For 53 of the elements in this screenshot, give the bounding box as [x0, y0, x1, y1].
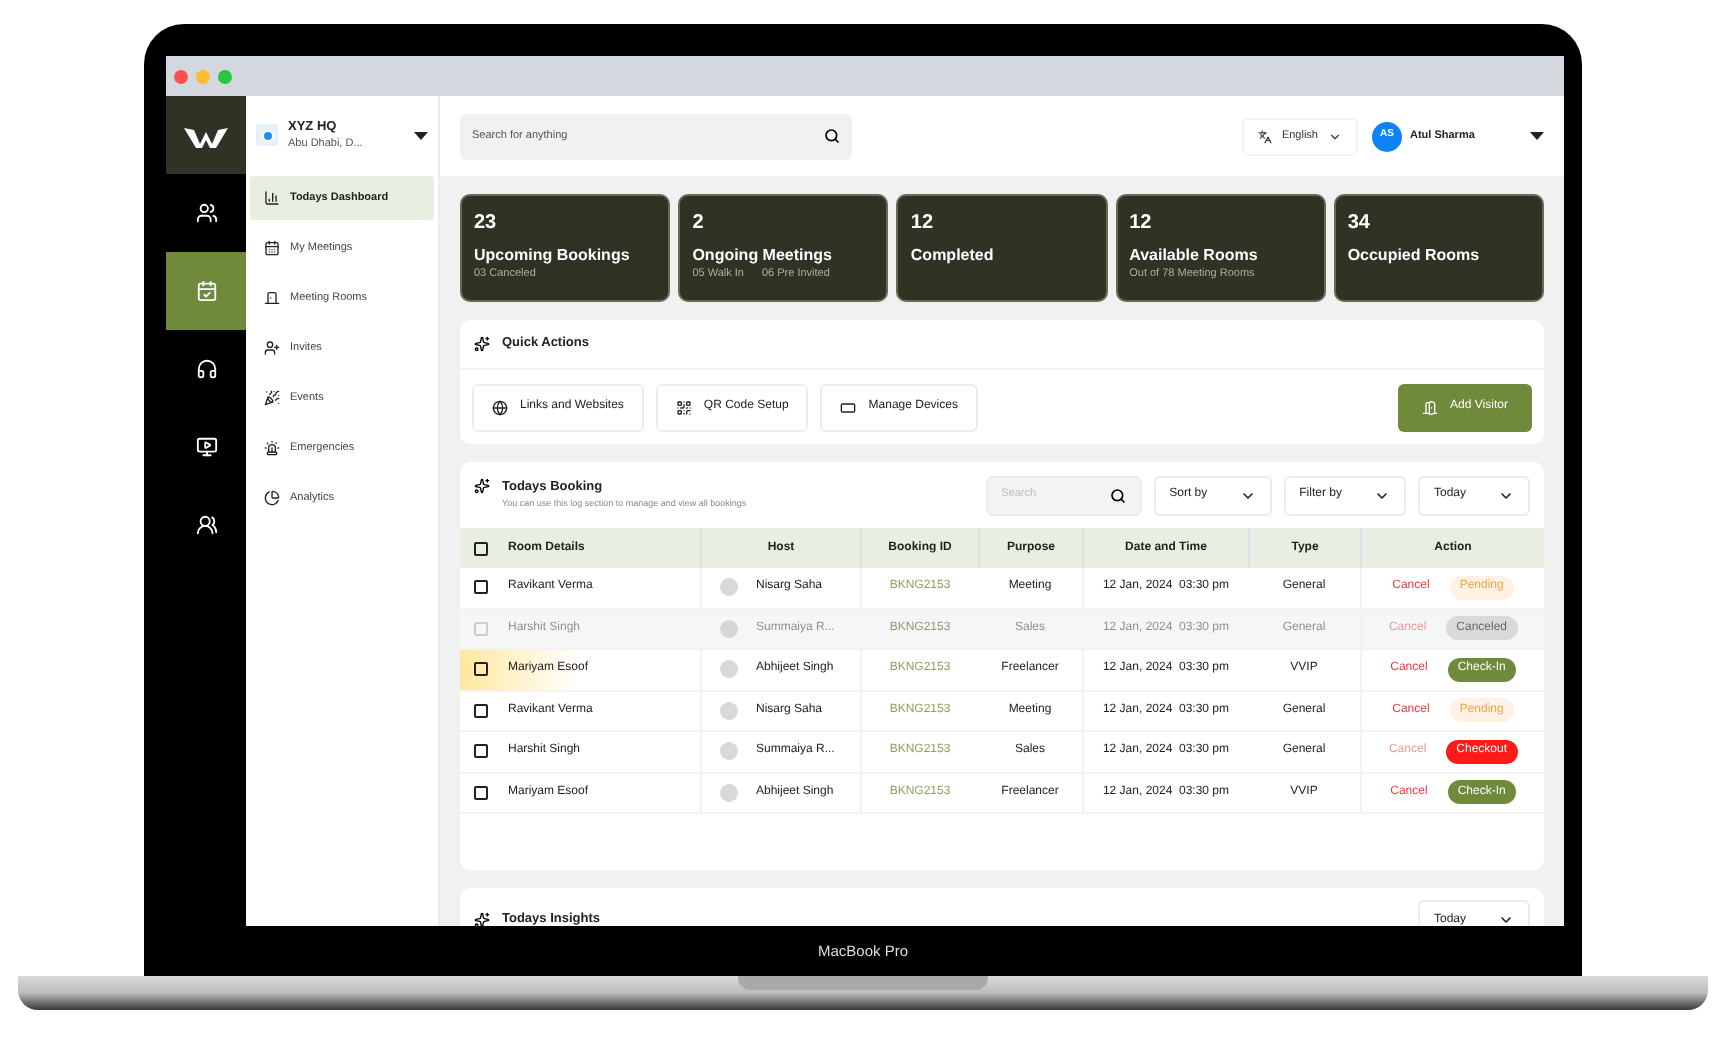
- meetings-icon: [264, 240, 280, 256]
- logo-icon: [184, 123, 228, 147]
- search-icon: [824, 128, 840, 144]
- row-checkbox[interactable]: [474, 785, 488, 800]
- dashboard-icon: [264, 190, 280, 206]
- door-icon: [1422, 399, 1439, 415]
- rooms-icon: [264, 290, 280, 306]
- group-icon: [195, 514, 217, 536]
- avatar-placeholder: [720, 578, 738, 597]
- emergencies-icon: [264, 440, 280, 456]
- select-all-checkbox[interactable]: [474, 541, 488, 555]
- media-icon: [195, 436, 217, 458]
- translate-icon: [1257, 129, 1272, 143]
- caret-icon: [1530, 132, 1544, 140]
- analytics-icon: [264, 490, 280, 506]
- sparkle-icon: [474, 336, 490, 352]
- stat-title: Upcoming Bookings: [474, 246, 632, 266]
- avatar-placeholder: [720, 742, 738, 761]
- row-checkbox[interactable]: [474, 580, 488, 595]
- qr-icon: [675, 399, 692, 415]
- avatar-placeholder: [720, 701, 738, 720]
- avatar-placeholder: [720, 783, 738, 802]
- calendar-icon: [195, 280, 217, 302]
- support-icon: [195, 358, 217, 380]
- sparkle-icon: [474, 911, 490, 926]
- location-icon: [256, 124, 278, 146]
- stat-title: Occupied Rooms: [1347, 246, 1482, 266]
- chevron-down-icon: [1498, 912, 1514, 926]
- stat-value: 23: [474, 212, 499, 236]
- globe-icon: [492, 399, 508, 415]
- stat-title: Completed: [910, 246, 996, 266]
- stat-value: 12: [910, 212, 936, 236]
- events-icon: [264, 390, 280, 406]
- row-checkbox[interactable]: [474, 744, 488, 759]
- row-checkbox[interactable]: [474, 703, 488, 718]
- stat-value: 12: [1129, 212, 1154, 236]
- caret-icon: [414, 131, 428, 139]
- invites-icon: [264, 340, 280, 356]
- stat-title: Ongoing Meetings: [692, 246, 834, 266]
- row-checkbox[interactable]: [474, 662, 488, 677]
- avatar-placeholder: [720, 619, 738, 638]
- sparkle-icon: [474, 478, 490, 494]
- chevron-down-icon: [1498, 487, 1514, 503]
- stat-value: 34: [1347, 212, 1372, 236]
- device-icon: [840, 399, 857, 415]
- stat-value: 2: [692, 212, 706, 236]
- avatar-placeholder: [720, 660, 738, 679]
- people-icon: [195, 202, 217, 224]
- chevron-down-icon: [1373, 487, 1390, 503]
- stat-title: Available Rooms: [1129, 246, 1260, 266]
- search-icon: [1109, 487, 1126, 503]
- chevron-down-icon: [1328, 129, 1342, 143]
- chevron-down-icon: [1239, 487, 1256, 503]
